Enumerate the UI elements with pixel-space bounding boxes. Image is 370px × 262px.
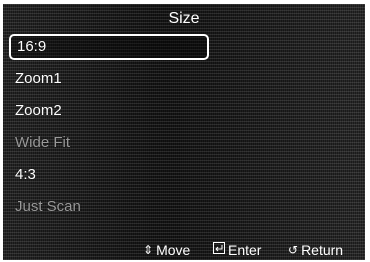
menu-item-zoom2[interactable]: Zoom2 [9, 98, 209, 124]
menu-item-label: Wide Fit [15, 134, 71, 151]
button-hint-bar: ⇕ Move Enter ↺ Return [3, 240, 365, 260]
menu-title: Size [168, 10, 200, 27]
menu-item-label: 4:3 [15, 166, 36, 183]
menu-item-label: Zoom2 [15, 102, 62, 119]
return-hint: ↺ Return [288, 240, 343, 260]
return-label: Return [301, 242, 344, 258]
return-arrow-icon: ↺ [288, 243, 299, 257]
menu-item-16-9[interactable]: 16:9 [9, 34, 209, 60]
menu-item-just-scan: Just Scan [9, 194, 209, 220]
size-menu-panel: Size 16:9 Zoom1 Zoom2 Wide Fit 4:3 Just … [3, 4, 365, 260]
move-label: Move [156, 242, 191, 258]
menu-item-label: Just Scan [15, 198, 81, 215]
enter-icon [213, 240, 225, 260]
up-down-arrows-icon: ⇕ [143, 243, 154, 257]
enter-label: Enter [228, 242, 262, 258]
move-hint: ⇕ Move [143, 240, 190, 260]
menu-item-label: 16:9 [17, 38, 47, 55]
menu-item-4-3[interactable]: 4:3 [9, 162, 209, 188]
enter-hint: Enter [213, 240, 261, 260]
menu-item-wide-fit: Wide Fit [9, 130, 209, 156]
menu-item-zoom1[interactable]: Zoom1 [9, 66, 209, 92]
menu-item-label: Zoom1 [15, 70, 62, 87]
